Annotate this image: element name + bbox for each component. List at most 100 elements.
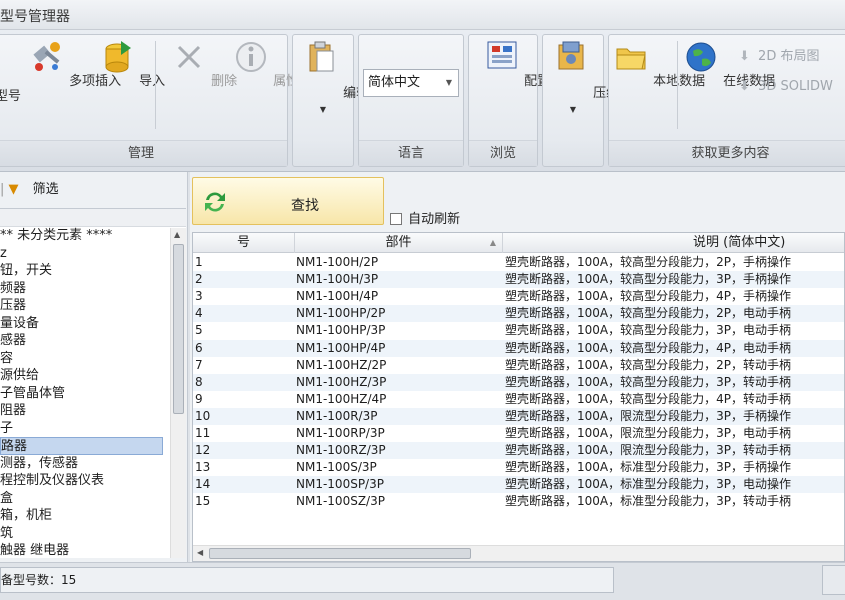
- download-icon: ⬇: [739, 79, 750, 94]
- delete-button[interactable]: 删除: [171, 39, 237, 89]
- refresh-icon: [205, 192, 225, 212]
- cell-desc: 塑壳断路器，100A，限流型分段能力，3P，转动手柄: [505, 443, 791, 458]
- table-horizontal-scrollbar[interactable]: ◀: [193, 545, 844, 561]
- scroll-thumb[interactable]: [173, 244, 184, 414]
- status-button[interactable]: [822, 565, 845, 595]
- tree-item[interactable]: 触器 继电器: [0, 542, 186, 558]
- cell-no: 6: [195, 340, 203, 355]
- divider: |: [0, 182, 5, 197]
- scroll-left-icon[interactable]: ◀: [197, 548, 203, 557]
- group-browse: 配置 浏览: [468, 34, 550, 167]
- tree-item[interactable]: 路器: [0, 437, 163, 455]
- table-row[interactable]: 3 NM1-100H/4P 塑壳断路器，100A，较高型分段能力，4P，手柄操作: [193, 288, 844, 305]
- left-panel: | ▼ 筛选 ** 未分类元素 **** z 钮，开关 频器 压器 量设备 感器容源供给 子管…: [0, 172, 188, 562]
- config-button[interactable]: 配置: [484, 39, 550, 89]
- online-data-button[interactable]: 在线数据: [683, 39, 775, 89]
- filter-label: 筛选: [32, 182, 59, 197]
- tree-item[interactable]: 量设备: [0, 315, 186, 333]
- window-title: 型号管理器: [0, 9, 70, 25]
- table-row[interactable]: 13 NM1-100S/3P 塑壳断路器，100A，标准型分段能力，3P，手柄操作: [193, 459, 844, 476]
- tree-item[interactable]: 筑: [0, 525, 186, 543]
- edit-button[interactable]: 编辑 ▼: [303, 39, 369, 114]
- parts-table: 号 部件 ▲ 说明 (简体中文) 1 NM1-100H/2P 塑壳断路器，100A，…: [192, 232, 845, 562]
- cell-desc: 塑壳断路器，100A，较高型分段能力，2P，电动手柄: [505, 306, 791, 321]
- table-row[interactable]: 14 NM1-100SP/3P 塑壳断路器，100A，标准型分段能力，3P，电动操作: [193, 476, 844, 494]
- tree-item[interactable]: 感器: [0, 332, 186, 350]
- table-row[interactable]: 5 NM1-100HP/3P 塑壳断路器，100A，较高型分段能力，3P，电动手柄: [193, 322, 844, 339]
- table-row[interactable]: 6 NM1-100HP/4P 塑壳断路器，100A，较高型分段能力，4P，电动手柄: [193, 339, 844, 357]
- table-row[interactable]: 2 NM1-100H/3P 塑壳断路器，100A，较高型分段能力，3P，手柄操作: [193, 271, 844, 289]
- properties-button[interactable]: 属性...: [233, 39, 312, 89]
- table-row[interactable]: 1 NM1-100H/2P 塑壳断路器，100A，较高型分段能力，2P，手柄操作: [193, 254, 844, 271]
- layout-2d-label: 2D 布局图: [758, 49, 820, 64]
- scroll-up-icon[interactable]: ▲: [174, 230, 180, 239]
- table-row[interactable]: 15 NM1-100SZ/3P 塑壳断路器，100A，标准型分段能力，3P，转动手柄: [193, 493, 844, 510]
- checkbox-box[interactable]: [390, 213, 402, 225]
- cell-no: 10: [195, 408, 211, 423]
- cell-desc: 塑壳断路器，100A，较高型分段能力，4P，转动手柄: [505, 391, 791, 406]
- tree-item[interactable]: 容: [0, 350, 186, 368]
- table-row[interactable]: 11 NM1-100RP/3P 塑壳断路器，100A，限流型分段能力，3P，电动手柄: [193, 425, 844, 442]
- tree-item[interactable]: 盒: [0, 490, 186, 508]
- table-row[interactable]: 9 NM1-100HZ/4P 塑壳断路器，100A，较高型分段能力，4P，转动手柄: [193, 391, 844, 408]
- tree-item[interactable]: 子管晶体管: [0, 385, 186, 403]
- tree-item[interactable]: z: [0, 245, 186, 263]
- tree-header: [0, 209, 186, 227]
- import-button[interactable]: 导入: [99, 39, 165, 89]
- cell-part: NM1-100H/2P: [296, 255, 379, 269]
- group-browse-label: 浏览: [469, 140, 537, 166]
- find-button[interactable]: 查找: [192, 177, 384, 225]
- tree-items: ** 未分类元素 **** z 钮，开关 频器 压器 量设备 感器容源供给 子管晶体管 阻器子路…: [0, 227, 186, 558]
- cell-part: NM1-100RP/3P: [296, 426, 385, 440]
- compress-button[interactable]: 压缩 ▼: [553, 39, 619, 114]
- column-header-desc[interactable]: 说明 (简体中文): [503, 233, 844, 253]
- group-language: 简体中文 ▼ 语言: [358, 34, 464, 167]
- model-button[interactable]: 型号: [0, 39, 23, 104]
- cell-no: 8: [195, 374, 203, 389]
- group-compress[interactable]: 压缩 ▼: [542, 34, 619, 167]
- multi-insert-icon: [33, 42, 60, 71]
- column-header-part[interactable]: 部件 ▲: [295, 233, 503, 253]
- solidworks-button[interactable]: ⬇ 3D SOLIDW: [739, 79, 833, 94]
- tree-item[interactable]: 钮，开关: [0, 262, 186, 280]
- delete-x-icon: [177, 45, 201, 69]
- language-select[interactable]: 简体中文 ▼: [363, 69, 459, 97]
- category-tree[interactable]: ** 未分类元素 **** z 钮，开关 频器 压器 量设备 感器容源供给 子管晶体管 阻器子路…: [0, 208, 186, 558]
- group-language-label: 语言: [359, 140, 463, 166]
- cell-desc: 塑壳断路器，100A，较高型分段能力，3P，转动手柄: [505, 374, 791, 389]
- auto-refresh-checkbox[interactable]: 自动刷新: [390, 208, 460, 227]
- scroll-thumb[interactable]: [209, 548, 471, 559]
- group-manage: 型号 多项插入 导入 删除 管理: [0, 34, 312, 167]
- tree-item[interactable]: 子: [0, 420, 186, 438]
- tree-vertical-scrollbar[interactable]: ▲: [170, 228, 186, 558]
- local-data-button[interactable]: 本地数据: [613, 39, 705, 89]
- tree-item[interactable]: 程控制及仪器仪表: [0, 472, 186, 490]
- tree-item[interactable]: 频器: [0, 280, 186, 298]
- table-row[interactable]: 12 NM1-100RZ/3P 塑壳断路器，100A，限流型分段能力，3P，转动手柄: [193, 442, 844, 460]
- cell-desc: 塑壳断路器，100A，较高型分段能力，2P，手柄操作: [505, 255, 791, 269]
- cell-no: 9: [195, 391, 203, 406]
- chevron-down-icon: ▼: [319, 105, 327, 114]
- filter-button[interactable]: | ▼ 筛选: [0, 178, 59, 198]
- column-header-no[interactable]: 号: [193, 233, 295, 253]
- multi-insert-button[interactable]: 多项插入: [29, 39, 121, 89]
- table-row[interactable]: 7 NM1-100HZ/2P 塑壳断路器，100A，较高型分段能力，2P，转动手柄: [193, 357, 844, 374]
- cell-desc: 塑壳断路器，100A，较高型分段能力，3P，电动手柄: [505, 323, 791, 338]
- separator: [155, 41, 156, 129]
- cell-part: NM1-100HP/4P: [296, 340, 386, 355]
- tree-item[interactable]: 测器，传感器: [0, 455, 186, 473]
- layout-2d-button[interactable]: ⬇ 2D 布局图: [739, 45, 819, 64]
- cell-no: 3: [195, 289, 203, 304]
- find-label: 查找: [291, 198, 319, 214]
- tree-item[interactable]: ** 未分类元素 ****: [0, 227, 186, 245]
- tree-item[interactable]: 压器: [0, 297, 186, 315]
- group-edit[interactable]: 编辑 ▼: [292, 34, 369, 167]
- tree-item[interactable]: 阻器: [0, 402, 186, 420]
- table-row[interactable]: 4 NM1-100HP/2P 塑壳断路器，100A，较高型分段能力，2P，电动手柄: [193, 305, 844, 323]
- table-row[interactable]: 8 NM1-100HZ/3P 塑壳断路器，100A，较高型分段能力，3P，转动手柄: [193, 373, 844, 391]
- cell-part: NM1-100S/3P: [296, 460, 377, 475]
- tree-item[interactable]: 箱，机柜: [0, 507, 186, 525]
- right-panel: 查找 自动刷新 号 部件 ▲ 说明 (简体中文) 1 NM1-100H/2P 塑壳断…: [190, 172, 845, 562]
- tree-item[interactable]: 源供给: [0, 367, 186, 385]
- table-row[interactable]: 10 NM1-100R/3P 塑壳断路器，100A，限流型分段能力，3P，手柄操作: [193, 407, 844, 425]
